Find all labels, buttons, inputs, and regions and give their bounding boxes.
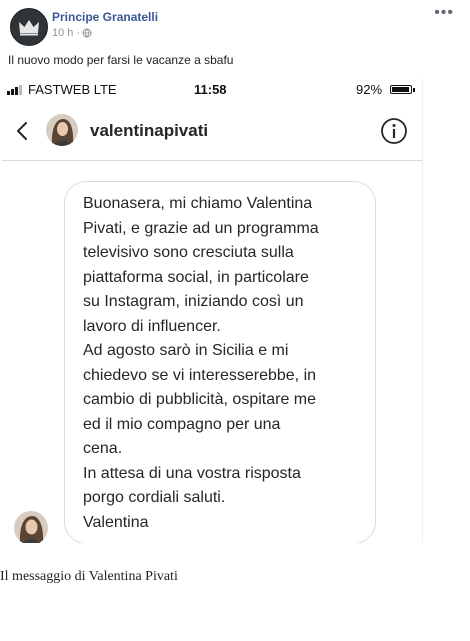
post-meta: 10 h · (52, 27, 92, 39)
info-icon[interactable] (380, 117, 408, 145)
post-author[interactable]: Principe Granatelli (52, 10, 158, 24)
phone-clock: 11:58 (194, 82, 227, 97)
phone-status-bar: FASTWEB LTE 11:58 92% (2, 78, 422, 100)
page-avatar[interactable] (10, 8, 48, 46)
contact-avatar[interactable] (46, 114, 78, 146)
message-paragraph: In attesa di una vostra risposta porgo c… (83, 464, 301, 507)
back-chevron-icon[interactable] (12, 120, 34, 142)
message-bubble: Buonasera, mi chiamo Valentina Pivati, e… (64, 181, 376, 543)
globe-icon (82, 28, 92, 38)
battery-icon (390, 85, 412, 94)
carrier-label: FASTWEB LTE (28, 82, 117, 97)
more-dots-icon[interactable]: ••• (434, 4, 454, 22)
chat-header: valentinapivati (2, 104, 422, 161)
instagram-screenshot: FASTWEB LTE 11:58 92% valentinapivati Bu… (2, 78, 423, 543)
crown-icon (19, 20, 39, 36)
message-paragraph: Buonasera, mi chiamo Valentina Pivati, e… (83, 195, 319, 335)
post-header: Principe Granatelli 10 h · ••• (8, 4, 462, 46)
post-text: Il nuovo modo per farsi le vacanze a sba… (8, 53, 234, 67)
contact-username[interactable]: valentinapivati (90, 121, 208, 141)
message-signature: Valentina (83, 513, 149, 531)
battery-percent: 92% (356, 82, 383, 97)
profile-photo-icon (46, 114, 78, 146)
profile-photo-icon (14, 511, 48, 543)
sender-avatar[interactable] (14, 511, 48, 543)
image-caption: Il messaggio di Valentina Pivati (0, 569, 178, 584)
message-paragraph: Ad agosto sarò in Sicilia e mi chiedevo … (83, 342, 317, 457)
post-time[interactable]: 10 h · (52, 27, 80, 39)
battery-tip (413, 88, 415, 92)
signal-icon (7, 85, 22, 95)
